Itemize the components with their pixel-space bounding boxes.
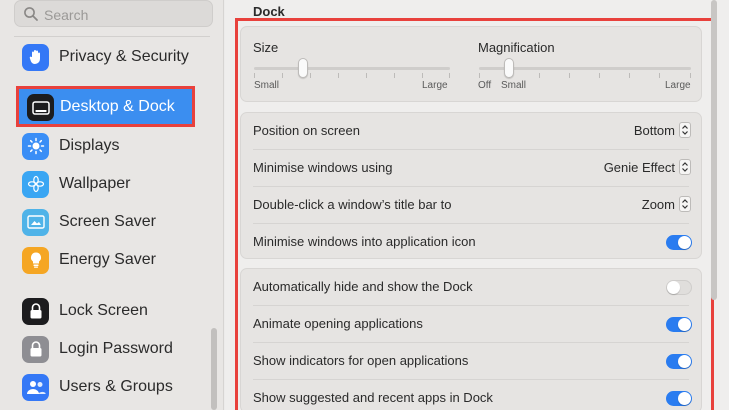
sun-icon <box>22 132 49 160</box>
magnification-max-label: Large <box>665 80 691 91</box>
up-down-chevron-icon <box>679 196 691 212</box>
hand-icon <box>22 43 49 71</box>
sidebar-item-login-password[interactable]: Login Password <box>22 334 202 364</box>
screen-saver-icon <box>22 208 49 236</box>
sidebar-item-privacy-security[interactable]: Privacy & Security <box>22 42 202 72</box>
setting-row-animate: Animate opening applications <box>241 306 701 343</box>
users-icon <box>22 373 49 401</box>
magnification-min-label: Small <box>501 80 527 91</box>
sidebar: Search Privacy & Security Desktop & Dock… <box>0 0 224 410</box>
setting-row-position: Position on screen Bottom <box>241 113 701 150</box>
main-pane: Dock Size Small Large Magnification Off … <box>225 0 729 410</box>
search-icon <box>24 7 38 21</box>
setting-row-double-click: Double-click a window’s title bar to Zoo… <box>241 187 701 224</box>
lock-icon <box>22 335 49 363</box>
setting-label: Minimise windows using <box>253 160 393 175</box>
dock-position-card: Position on screen Bottom Minimise windo… <box>240 112 702 259</box>
sidebar-item-energy-saver[interactable]: Energy Saver <box>22 245 202 275</box>
setting-row-indicators: Show indicators for open applications <box>241 343 701 380</box>
double-click-action-popup[interactable]: Zoom <box>642 196 691 212</box>
sidebar-item-screen-saver[interactable]: Screen Saver <box>22 207 202 237</box>
dock-icon <box>27 94 54 121</box>
sidebar-item-label: Displays <box>59 137 120 154</box>
sidebar-item-users-groups[interactable]: Users & Groups <box>22 372 202 402</box>
dock-size-card: Size Small Large Magnification Off Small… <box>240 26 702 102</box>
lock-icon <box>22 297 49 325</box>
setting-row-minimise-into-icon: Minimise windows into application icon <box>241 224 701 261</box>
autohide-toggle[interactable] <box>666 280 692 295</box>
minimise-into-icon-toggle[interactable] <box>666 235 692 250</box>
animate-toggle[interactable] <box>666 317 692 332</box>
setting-label: Position on screen <box>253 123 360 138</box>
setting-label: Automatically hide and show the Dock <box>253 279 473 294</box>
popup-value: Genie Effect <box>603 159 675 175</box>
size-slider-knob[interactable] <box>298 58 308 78</box>
magnification-title: Magnification <box>478 40 555 55</box>
magnification-slider-knob[interactable] <box>503 58 514 78</box>
sidebar-item-desktop-dock[interactable]: Desktop & Dock <box>16 86 195 127</box>
indicators-toggle[interactable] <box>666 354 692 369</box>
sidebar-item-label: Energy Saver <box>59 251 156 268</box>
sidebar-scrollbar[interactable] <box>211 328 217 410</box>
main-scrollbar[interactable] <box>711 0 717 300</box>
search-field[interactable]: Search <box>14 0 213 27</box>
suggested-apps-toggle[interactable] <box>666 391 692 406</box>
sidebar-item-displays[interactable]: Displays <box>22 131 202 161</box>
setting-label: Double-click a window’s title bar to <box>253 197 452 212</box>
minimise-effect-popup[interactable]: Genie Effect <box>604 159 691 175</box>
sidebar-item-label: Desktop & Dock <box>60 98 175 115</box>
sidebar-item-label: Privacy & Security <box>59 48 189 65</box>
flower-icon <box>22 170 49 198</box>
popup-value: Bottom <box>633 122 675 138</box>
section-title: Dock <box>253 4 285 19</box>
up-down-chevron-icon <box>679 159 691 175</box>
size-title: Size <box>253 40 279 55</box>
sidebar-item-lock-screen[interactable]: Lock Screen <box>22 296 202 326</box>
sidebar-item-label: Screen Saver <box>59 213 156 230</box>
size-min-label: Small <box>254 80 280 91</box>
bulb-icon <box>22 246 49 274</box>
position-popup[interactable]: Bottom <box>634 122 691 138</box>
dock-behaviour-card: Automatically hide and show the Dock Ani… <box>240 268 702 410</box>
setting-row-minimise-using: Minimise windows using Genie Effect <box>241 150 701 187</box>
sidebar-item-label: Login Password <box>59 340 173 357</box>
sidebar-item-wallpaper[interactable]: Wallpaper <box>22 169 202 199</box>
sidebar-item-label: Users & Groups <box>59 378 173 395</box>
sidebar-item-label: Wallpaper <box>59 175 131 192</box>
popup-value: Zoom <box>641 196 675 212</box>
setting-row-suggested-apps: Show suggested and recent apps in Dock <box>241 380 701 410</box>
size-max-label: Large <box>422 80 448 91</box>
up-down-chevron-icon <box>679 122 691 138</box>
setting-row-autohide: Automatically hide and show the Dock <box>241 269 701 306</box>
magnification-off-label: Off <box>478 80 492 91</box>
setting-label: Show indicators for open applications <box>253 353 469 368</box>
setting-label: Animate opening applications <box>253 316 423 331</box>
search-placeholder: Search <box>44 7 89 23</box>
setting-label: Show suggested and recent apps in Dock <box>253 390 493 405</box>
sidebar-item-label: Lock Screen <box>59 302 148 319</box>
size-slider-track[interactable] <box>254 67 450 70</box>
setting-label: Minimise windows into application icon <box>253 234 476 249</box>
sidebar-divider <box>14 36 210 37</box>
